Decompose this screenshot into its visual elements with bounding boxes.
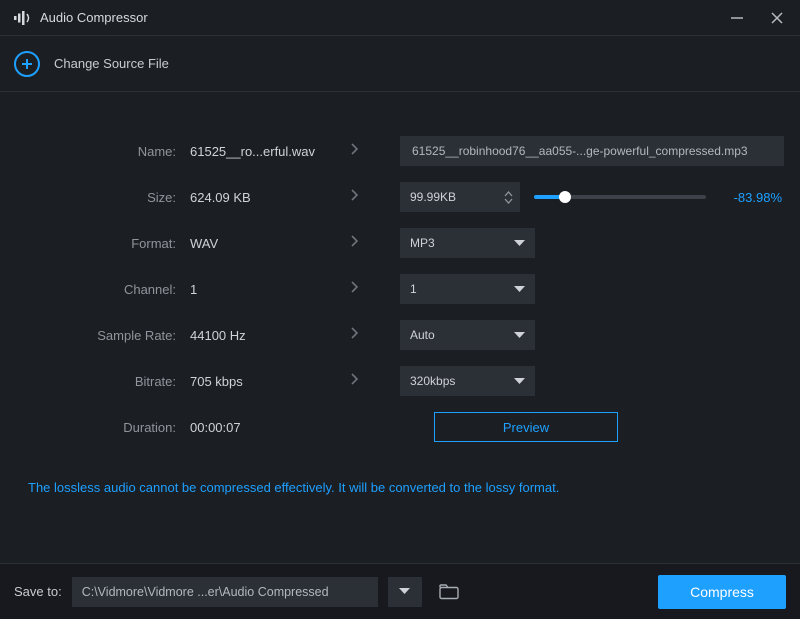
bitrate-row: Bitrate: 705 kbps 320kbps — [14, 358, 786, 404]
duration-value: 00:00:07 — [190, 420, 350, 435]
spinner-up-icon[interactable] — [504, 191, 513, 197]
save-path-text: C:\Vidmore\Vidmore ...er\Audio Compresse… — [82, 585, 329, 599]
slider-thumb[interactable] — [559, 191, 571, 203]
open-folder-button[interactable] — [432, 577, 466, 607]
output-name-text: 61525__robinhood76__aa055-...ge-powerful… — [412, 144, 748, 158]
app-icon — [14, 11, 32, 25]
duration-label: Duration: — [14, 420, 190, 435]
format-label: Format: — [14, 236, 190, 251]
channel-select-value: 1 — [410, 282, 514, 296]
size-row: Size: 624.09 KB 99.99KB -83.98% — [14, 174, 786, 220]
preview-button[interactable]: Preview — [434, 412, 618, 442]
format-row: Format: WAV MP3 — [14, 220, 786, 266]
chevron-down-icon — [514, 286, 525, 293]
format-select-value: MP3 — [410, 236, 514, 250]
chevron-right-icon — [350, 372, 360, 391]
samplerate-value: 44100 Hz — [190, 328, 350, 343]
format-value: WAV — [190, 236, 350, 251]
bitrate-label: Bitrate: — [14, 374, 190, 389]
lossless-note: The lossless audio cannot be compressed … — [14, 450, 786, 495]
chevron-right-icon — [350, 142, 360, 161]
chevron-down-icon — [514, 240, 525, 247]
bitrate-value: 705 kbps — [190, 374, 350, 389]
spinner-down-icon[interactable] — [504, 198, 513, 204]
name-value: 61525__ro...erful.wav — [190, 144, 350, 159]
chevron-right-icon — [350, 234, 360, 253]
samplerate-row: Sample Rate: 44100 Hz Auto — [14, 312, 786, 358]
compress-button[interactable]: Compress — [658, 575, 786, 609]
title-bar: Audio Compressor — [0, 0, 800, 36]
duration-row: Duration: 00:00:07 Preview — [14, 404, 786, 450]
channel-label: Channel: — [14, 282, 190, 297]
save-path-dropdown[interactable] — [388, 577, 422, 607]
bitrate-select[interactable]: 320kbps — [400, 366, 535, 396]
name-label: Name: — [14, 144, 190, 159]
size-label: Size: — [14, 190, 190, 205]
samplerate-select-value: Auto — [410, 328, 514, 342]
chevron-down-icon — [399, 588, 410, 595]
samplerate-label: Sample Rate: — [14, 328, 190, 343]
close-button[interactable] — [768, 9, 786, 27]
bitrate-select-value: 320kbps — [410, 374, 514, 388]
samplerate-select[interactable]: Auto — [400, 320, 535, 350]
size-slider[interactable] — [534, 195, 706, 199]
footer: Save to: C:\Vidmore\Vidmore ...er\Audio … — [0, 563, 800, 619]
size-percent: -83.98% — [724, 190, 786, 205]
name-row: Name: 61525__ro...erful.wav 61525__robin… — [14, 128, 786, 174]
add-source-icon[interactable] — [14, 51, 40, 77]
window-title: Audio Compressor — [40, 10, 728, 25]
chevron-down-icon — [514, 332, 525, 339]
window-controls — [728, 9, 786, 27]
size-spinner[interactable]: 99.99KB — [400, 182, 520, 212]
channel-select[interactable]: 1 — [400, 274, 535, 304]
change-source-label[interactable]: Change Source File — [54, 56, 169, 71]
channel-value: 1 — [190, 282, 350, 297]
minimize-button[interactable] — [728, 9, 746, 27]
chevron-right-icon — [350, 326, 360, 345]
chevron-down-icon — [514, 378, 525, 385]
size-spinner-value: 99.99KB — [410, 190, 500, 204]
chevron-right-icon — [350, 188, 360, 207]
output-name-field[interactable]: 61525__robinhood76__aa055-...ge-powerful… — [400, 136, 784, 166]
folder-icon — [439, 584, 459, 600]
save-path-field[interactable]: C:\Vidmore\Vidmore ...er\Audio Compresse… — [72, 577, 378, 607]
source-bar: Change Source File — [0, 36, 800, 92]
content-area: Name: 61525__ro...erful.wav 61525__robin… — [0, 92, 800, 505]
chevron-right-icon — [350, 280, 360, 299]
channel-row: Channel: 1 1 — [14, 266, 786, 312]
format-select[interactable]: MP3 — [400, 228, 535, 258]
size-value: 624.09 KB — [190, 190, 350, 205]
save-to-label: Save to: — [14, 584, 62, 599]
